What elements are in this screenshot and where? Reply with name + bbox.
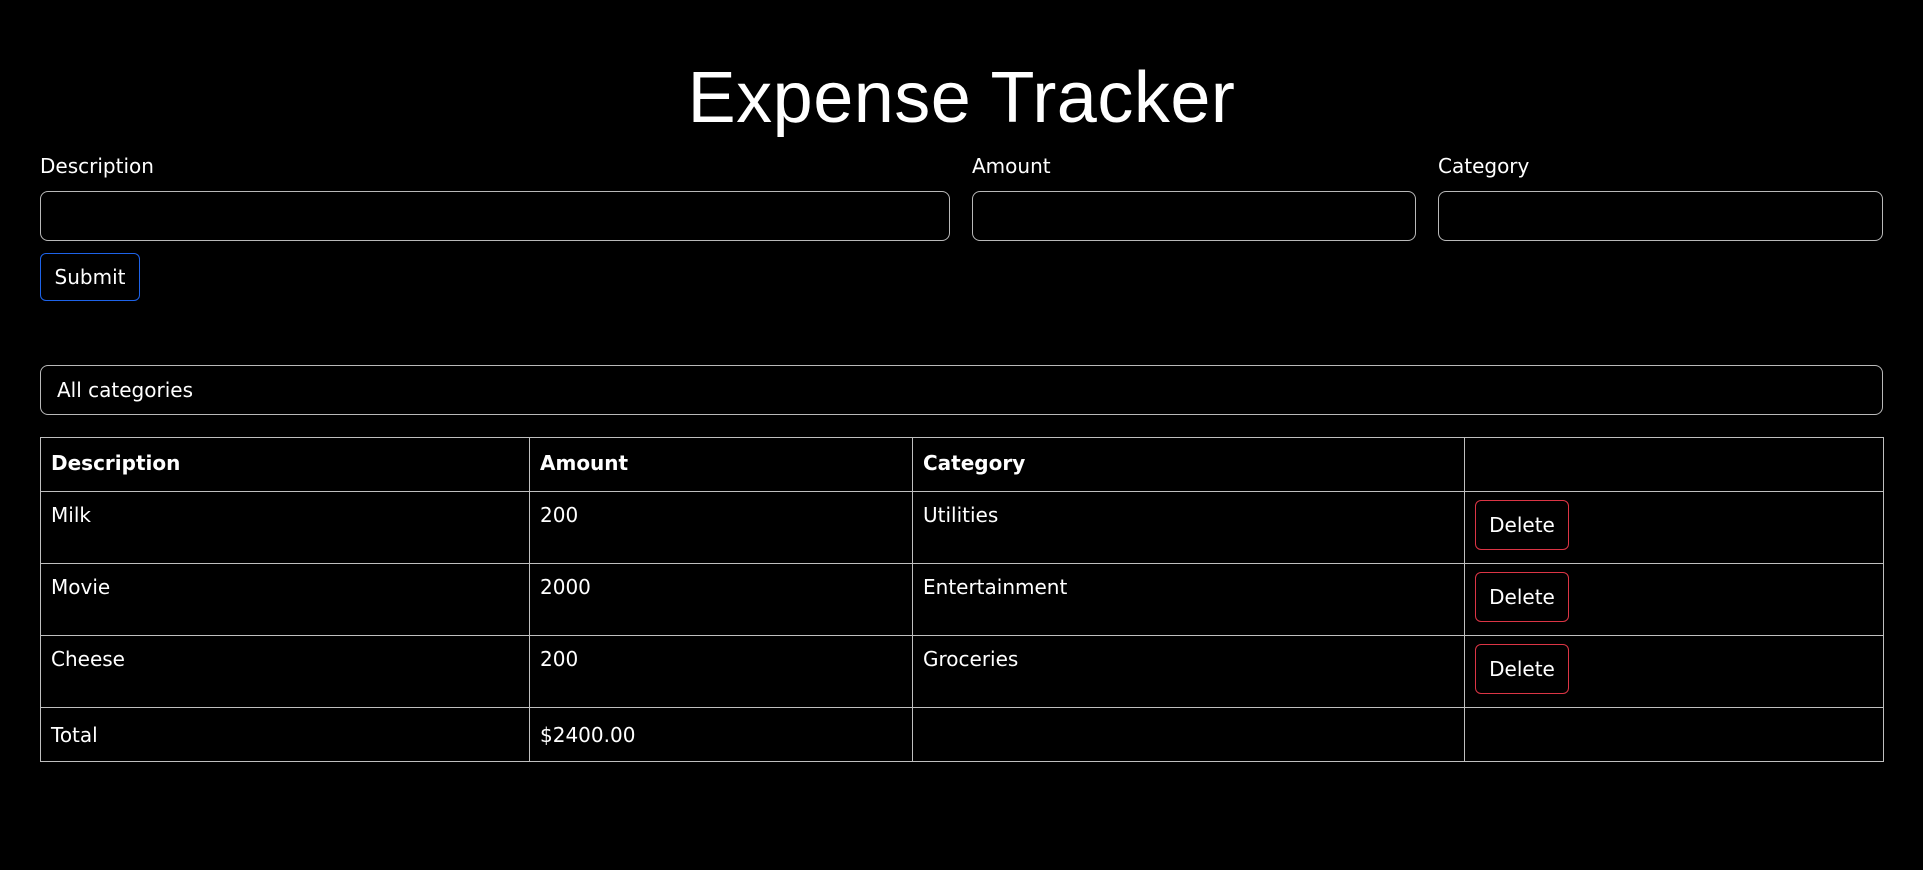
total-label: Total bbox=[40, 707, 530, 762]
cell-amount: 200 bbox=[529, 491, 913, 564]
table-row: Movie 2000 Entertainment Delete bbox=[40, 563, 1884, 636]
table-row: Cheese 200 Groceries Delete bbox=[40, 635, 1884, 708]
table-total-row: Total $2400.00 bbox=[40, 707, 1884, 762]
cell-description: Movie bbox=[40, 563, 530, 636]
total-empty-cell bbox=[1464, 707, 1884, 762]
category-filter-select[interactable]: All categories bbox=[40, 365, 1883, 415]
amount-label: Amount bbox=[972, 154, 1051, 178]
delete-button[interactable]: Delete bbox=[1475, 644, 1569, 694]
cell-actions: Delete bbox=[1464, 491, 1884, 564]
delete-button[interactable]: Delete bbox=[1475, 572, 1569, 622]
column-header-amount: Amount bbox=[529, 437, 913, 492]
cell-actions: Delete bbox=[1464, 635, 1884, 708]
amount-input[interactable] bbox=[972, 191, 1416, 241]
cell-description: Cheese bbox=[40, 635, 530, 708]
column-header-category: Category bbox=[912, 437, 1465, 492]
page-title: Expense Tracker bbox=[687, 58, 1236, 138]
expense-tracker-page: Expense Tracker Description Amount Categ… bbox=[0, 0, 1923, 870]
cell-amount: 2000 bbox=[529, 563, 913, 636]
column-header-description: Description bbox=[40, 437, 530, 492]
cell-actions: Delete bbox=[1464, 563, 1884, 636]
total-value: $2400.00 bbox=[529, 707, 913, 762]
cell-category: Utilities bbox=[912, 491, 1465, 564]
cell-category: Entertainment bbox=[912, 563, 1465, 636]
cell-amount: 200 bbox=[529, 635, 913, 708]
table-row: Milk 200 Utilities Delete bbox=[40, 491, 1884, 564]
expenses-table: Description Amount Category Milk 200 Uti… bbox=[40, 437, 1884, 762]
description-label: Description bbox=[40, 154, 154, 178]
column-header-actions bbox=[1464, 437, 1884, 492]
cell-category: Groceries bbox=[912, 635, 1465, 708]
category-select[interactable] bbox=[1438, 191, 1883, 241]
delete-button[interactable]: Delete bbox=[1475, 500, 1569, 550]
total-empty-cell bbox=[912, 707, 1465, 762]
submit-button[interactable]: Submit bbox=[40, 253, 140, 301]
cell-description: Milk bbox=[40, 491, 530, 564]
table-header-row: Description Amount Category bbox=[40, 437, 1884, 492]
description-input[interactable] bbox=[40, 191, 950, 241]
category-label: Category bbox=[1438, 154, 1530, 178]
